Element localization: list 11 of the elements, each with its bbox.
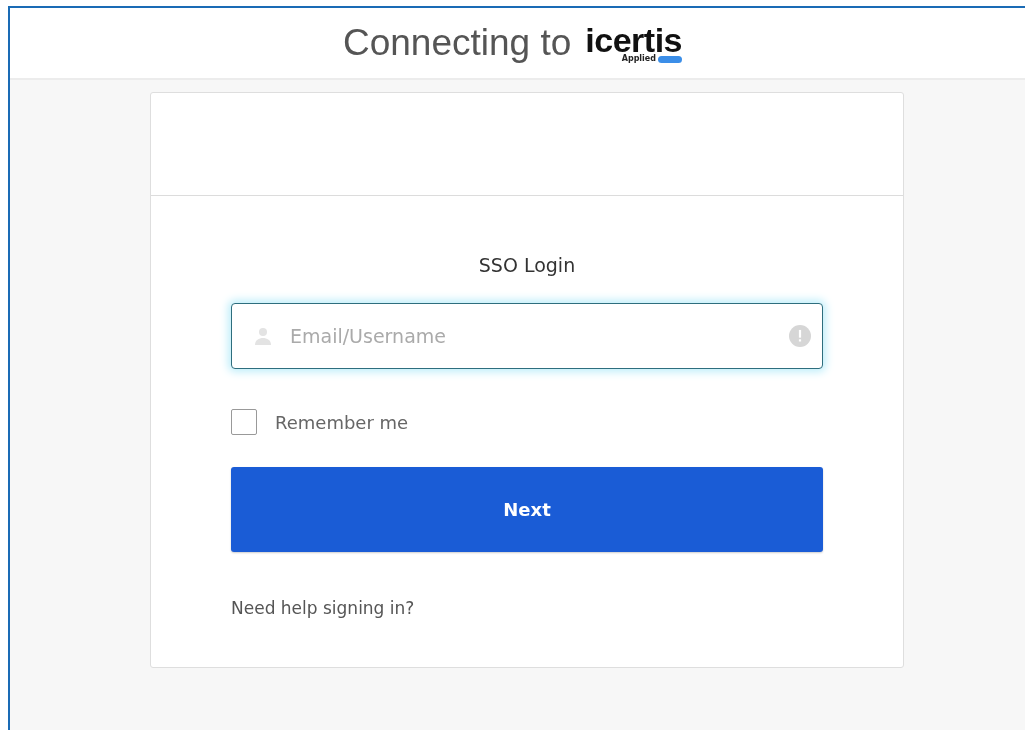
- remember-label: Remember me: [275, 411, 409, 433]
- help-link[interactable]: Need help signing in?: [231, 598, 415, 618]
- help-icon[interactable]: [789, 325, 811, 347]
- person-icon: [253, 326, 273, 346]
- login-title: SSO Login: [477, 254, 577, 276]
- username-field[interactable]: Email/Username: [231, 303, 823, 369]
- connecting-title: Connecting to: [343, 22, 572, 64]
- logo-tagline: Applied: [621, 55, 656, 63]
- next-button[interactable]: Next: [231, 467, 823, 552]
- cloud-pill-icon: [658, 55, 682, 63]
- remember-checkbox[interactable]: [231, 409, 257, 435]
